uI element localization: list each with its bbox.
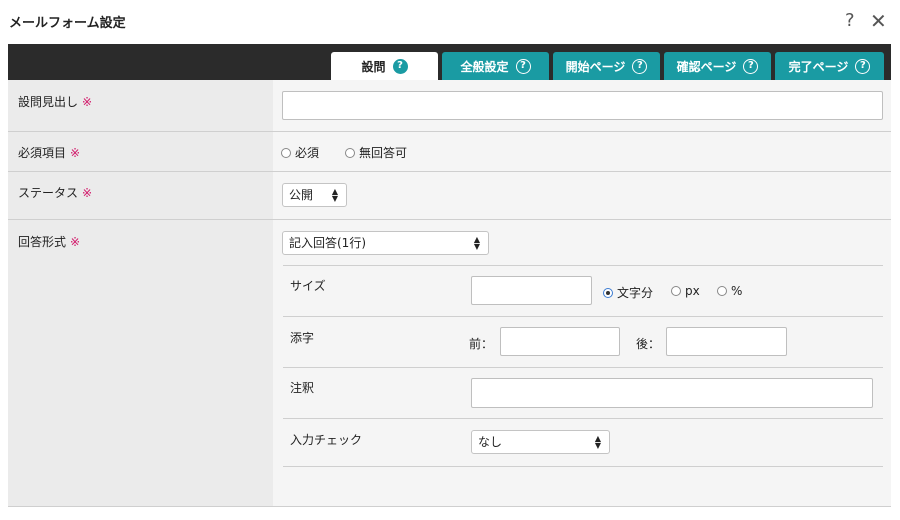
help-icon[interactable]: ? [515,58,531,74]
affix-label: 添字 [290,331,315,345]
radio-circle[interactable] [281,147,291,158]
required-mark: ※ [82,95,93,109]
tab-label: 完了ページ [788,59,849,74]
status-label: ステータス ※ [18,184,92,201]
tab-confirm-page[interactable]: 確認ページ ? [664,52,771,80]
tab-label: 全般設定 [460,59,509,74]
status-select[interactable]: 公開 ▲ ▼ [282,183,347,207]
answer-type-select[interactable]: 記入回答(1行) ▲ ▼ [282,231,489,255]
note-label: 注釈 [290,381,315,395]
divider [283,265,883,266]
tab-complete-page[interactable]: 完了ページ ? [775,52,884,80]
radio-label: % [731,284,743,298]
required-mark: ※ [82,186,93,200]
radio-circle[interactable] [671,286,681,296]
radio-label: 文字分 [617,286,654,300]
select-arrows-icon: ▲ ▼ [331,187,338,203]
select-arrows-icon: ▲ ▼ [473,235,480,251]
help-icon[interactable]: ? [845,10,855,31]
dialog-titlebar: メールフォーム設定 ? ✕ [0,0,900,44]
divider [283,418,883,419]
radio-circle[interactable] [345,147,355,158]
answer-type-label-text: 回答形式 [18,235,67,249]
answer-type-value: 記入回答(1行) [289,236,366,250]
tab-label: 設問 [361,59,386,74]
input-check-value: なし [478,435,503,449]
radio-optional[interactable]: 無回答可 [345,144,407,161]
affix-before-input[interactable] [500,327,620,356]
radio-label: 必須 [295,146,320,160]
status-value: 公開 [289,188,314,202]
divider [8,171,891,172]
divider [283,466,883,467]
radio-circle[interactable] [603,287,613,298]
tab-label: 確認ページ [676,59,737,74]
tab-start-page[interactable]: 開始ページ ? [553,52,660,80]
radio-unit-chars[interactable]: 文字分 [603,284,653,301]
input-check-label: 入力チェック [290,433,363,447]
dialog-title: メールフォーム設定 [9,16,126,31]
note-input[interactable] [471,378,873,408]
affix-after-input[interactable] [666,327,787,356]
divider [8,131,891,132]
select-arrows-icon: ▲ ▼ [594,434,601,450]
help-icon[interactable]: ? [632,58,648,74]
input-check-select[interactable]: なし ▲ ▼ [471,430,610,454]
divider [283,367,883,368]
help-icon[interactable]: ? [743,58,759,74]
close-icon[interactable]: ✕ [870,9,887,33]
status-label-text: ステータス [18,186,79,200]
radio-required[interactable]: 必須 [281,144,319,161]
answer-type-label: 回答形式 ※ [18,233,80,250]
size-input[interactable] [471,276,592,305]
radio-circle[interactable] [717,286,727,296]
required-label-text: 必須項目 [18,146,67,160]
question-form: 設問見出し ※ 必須項目 ※ 必須 無回答可 ステータス ※ 公開 ▲ ▼ 回答形式 ※ … [8,80,891,507]
radio-label: 無回答可 [359,146,408,160]
divider [283,316,883,317]
radio-label: px [685,284,700,298]
help-icon[interactable]: ? [855,58,871,74]
heading-label: 設問見出し ※ [18,93,92,110]
required-mark: ※ [70,235,81,249]
radio-unit-px[interactable]: px [671,284,700,298]
heading-label-text: 設問見出し [18,95,79,109]
affix-before-label: 前： [469,337,494,351]
required-mark: ※ [70,146,81,160]
required-label: 必須項目 ※ [18,144,80,161]
affix-after-label: 後： [636,337,661,351]
radio-unit-percent[interactable]: % [717,284,742,298]
tab-general-settings[interactable]: 全般設定 ? [442,52,549,80]
divider [8,219,891,220]
tab-question[interactable]: 設問 ? [331,52,438,80]
size-label: サイズ [290,279,326,293]
tab-bar: 設問 ? 全般設定 ? 開始ページ ? 確認ページ ? 完了ページ ? [8,44,891,80]
heading-input[interactable] [282,91,883,120]
tab-label: 開始ページ [565,59,626,74]
help-icon[interactable]: ? [392,58,408,74]
